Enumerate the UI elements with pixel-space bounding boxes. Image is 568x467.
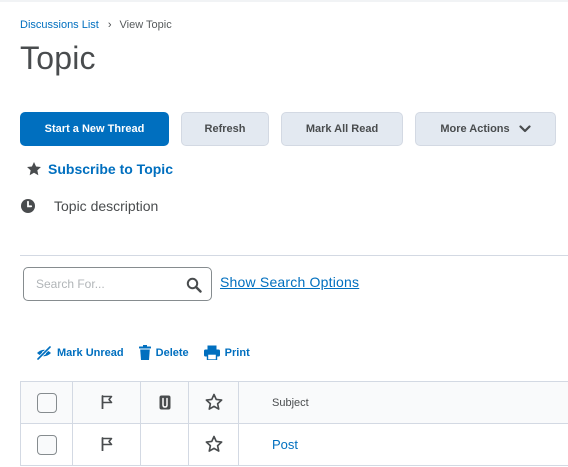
flag-icon — [101, 395, 112, 410]
printer-icon — [203, 345, 220, 360]
row-flag-cell — [72, 423, 141, 466]
row-checkbox[interactable] — [36, 434, 57, 455]
mark-all-read-button[interactable]: Mark All Read — [281, 112, 403, 146]
flag-column-header[interactable] — [72, 381, 141, 424]
attachment-icon — [159, 395, 170, 410]
rating-column-header[interactable] — [188, 381, 239, 424]
trash-icon — [138, 345, 151, 360]
star-outline-icon[interactable] — [205, 435, 223, 453]
attachment-column-header[interactable] — [140, 381, 189, 424]
breadcrumb-discussions-list[interactable]: Discussions List — [20, 19, 99, 31]
select-all-checkbox[interactable] — [36, 392, 57, 413]
clock-icon — [21, 199, 35, 213]
flag-icon[interactable] — [101, 437, 113, 452]
start-new-thread-button[interactable]: Start a New Thread — [20, 112, 169, 146]
eye-slash-icon — [36, 345, 52, 360]
delete-label: Delete — [155, 346, 189, 359]
more-actions-button[interactable]: More Actions — [415, 112, 556, 146]
refresh-button[interactable]: Refresh — [181, 112, 269, 146]
page-title: Topic — [20, 40, 96, 76]
topic-description: Topic description — [20, 198, 158, 214]
select-all-cell — [20, 381, 73, 424]
star-filled-icon — [27, 162, 41, 176]
thread-toolbar: Mark Unread Delete Print — [36, 345, 265, 360]
table-header-row: Subject — [20, 381, 568, 424]
show-search-options-link[interactable]: Show Search Options — [220, 274, 359, 290]
row-select-cell — [20, 423, 73, 466]
subject-column-header[interactable]: Subject — [238, 381, 568, 424]
refresh-label: Refresh — [204, 123, 246, 135]
topic-description-text: Topic description — [54, 198, 159, 214]
start-new-thread-label: Start a New Thread — [44, 123, 145, 135]
subscribe-label: Subscribe to Topic — [48, 161, 173, 177]
delete-button[interactable]: Delete — [138, 345, 189, 360]
search-icon[interactable] — [186, 277, 202, 293]
thread-subject-link[interactable]: Post — [272, 437, 298, 452]
threads-table: Subject Post — [20, 381, 568, 466]
section-divider — [20, 255, 568, 256]
breadcrumb-separator: › — [107, 19, 112, 31]
more-actions-label: More Actions — [440, 123, 510, 135]
breadcrumb-current: View Topic — [119, 19, 172, 31]
top-divider — [0, 0, 568, 2]
row-rating-cell — [188, 423, 239, 466]
mark-unread-button[interactable]: Mark Unread — [36, 345, 124, 360]
print-button[interactable]: Print — [203, 345, 250, 360]
row-attachment-cell — [140, 423, 189, 466]
chevron-down-icon — [519, 125, 531, 133]
breadcrumb: Discussions List › View Topic — [20, 19, 172, 31]
mark-all-read-label: Mark All Read — [305, 123, 379, 135]
print-label: Print — [224, 346, 250, 359]
subscribe-to-topic-link[interactable]: Subscribe to Topic — [26, 161, 173, 177]
search-box — [23, 267, 212, 301]
mark-unread-label: Mark Unread — [57, 346, 124, 359]
row-subject-cell: Post — [238, 423, 568, 466]
search-input[interactable] — [36, 277, 176, 291]
star-outline-icon — [205, 394, 222, 411]
table-row: Post — [20, 423, 568, 466]
